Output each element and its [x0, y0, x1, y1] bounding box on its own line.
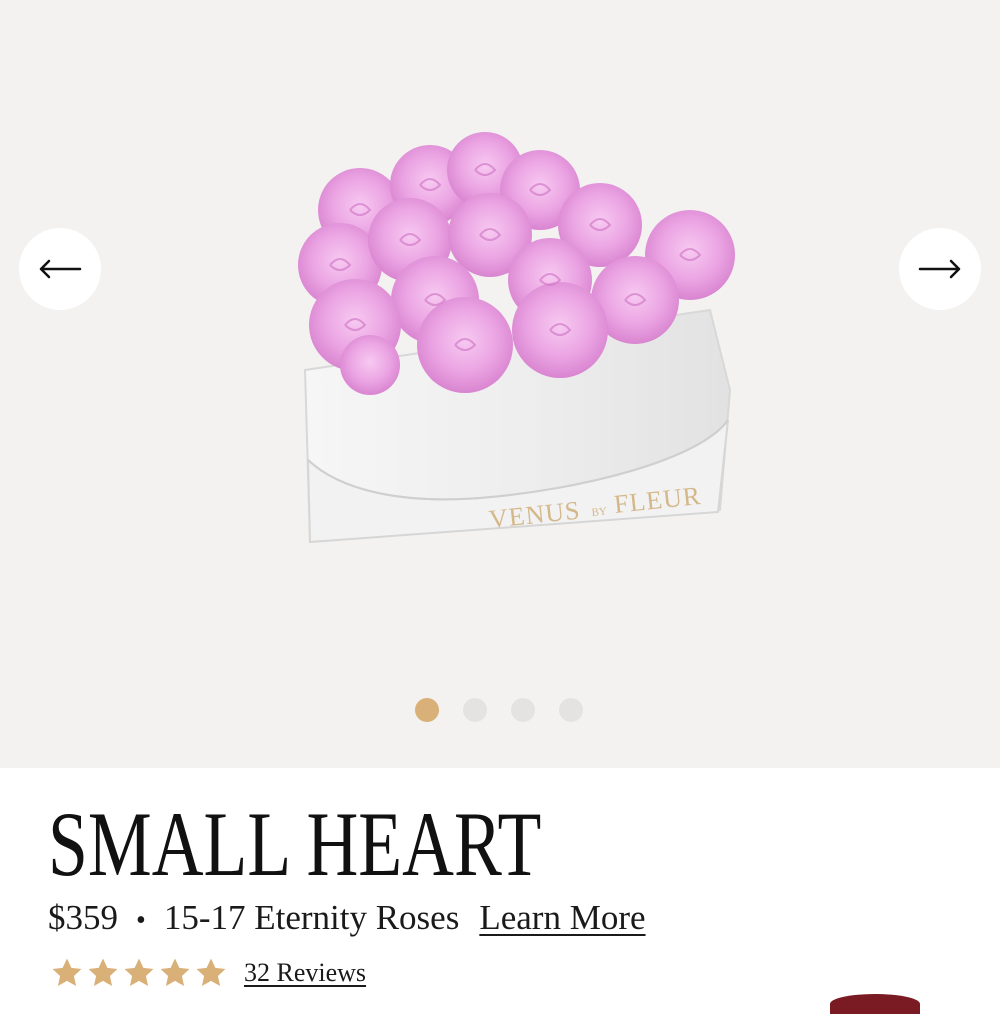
- carousel-dot-2[interactable]: [463, 698, 487, 722]
- product-description: 15-17 Eternity Roses: [163, 898, 460, 937]
- star-icon: [52, 958, 82, 987]
- product-image: VENUS BY FLEUR: [298, 132, 735, 544]
- learn-more-link[interactable]: Learn More: [479, 898, 645, 938]
- carousel-pagination: [415, 698, 583, 722]
- arrow-right-icon: [918, 259, 961, 279]
- svg-text:BY: BY: [591, 505, 608, 519]
- carousel-dot-4[interactable]: [559, 698, 583, 722]
- carousel-dot-1[interactable]: [415, 698, 439, 722]
- previous-image-button[interactable]: [19, 228, 101, 310]
- reviews-link[interactable]: 32 Reviews: [244, 958, 366, 988]
- product-title: SMALL HEART: [48, 793, 542, 895]
- product-meta: $359 • 15-17 Eternity Roses Learn More: [48, 898, 646, 938]
- next-image-button[interactable]: [899, 228, 981, 310]
- product-info: SMALL HEART $359 • 15-17 Eternity Roses …: [0, 768, 1000, 1014]
- star-icon: [160, 958, 190, 987]
- arrow-left-icon: [39, 259, 82, 279]
- star-icon: [196, 958, 226, 987]
- product-price: $359: [48, 898, 118, 937]
- carousel-dot-3[interactable]: [511, 698, 535, 722]
- meta-separator: •: [136, 905, 146, 936]
- floating-button-edge[interactable]: [830, 994, 920, 1014]
- star-icon: [124, 958, 154, 987]
- star-rating: [50, 956, 228, 990]
- product-gallery: VENUS BY FLEUR: [0, 0, 1000, 768]
- rating-row: 32 Reviews: [50, 956, 366, 990]
- star-icon: [88, 958, 118, 987]
